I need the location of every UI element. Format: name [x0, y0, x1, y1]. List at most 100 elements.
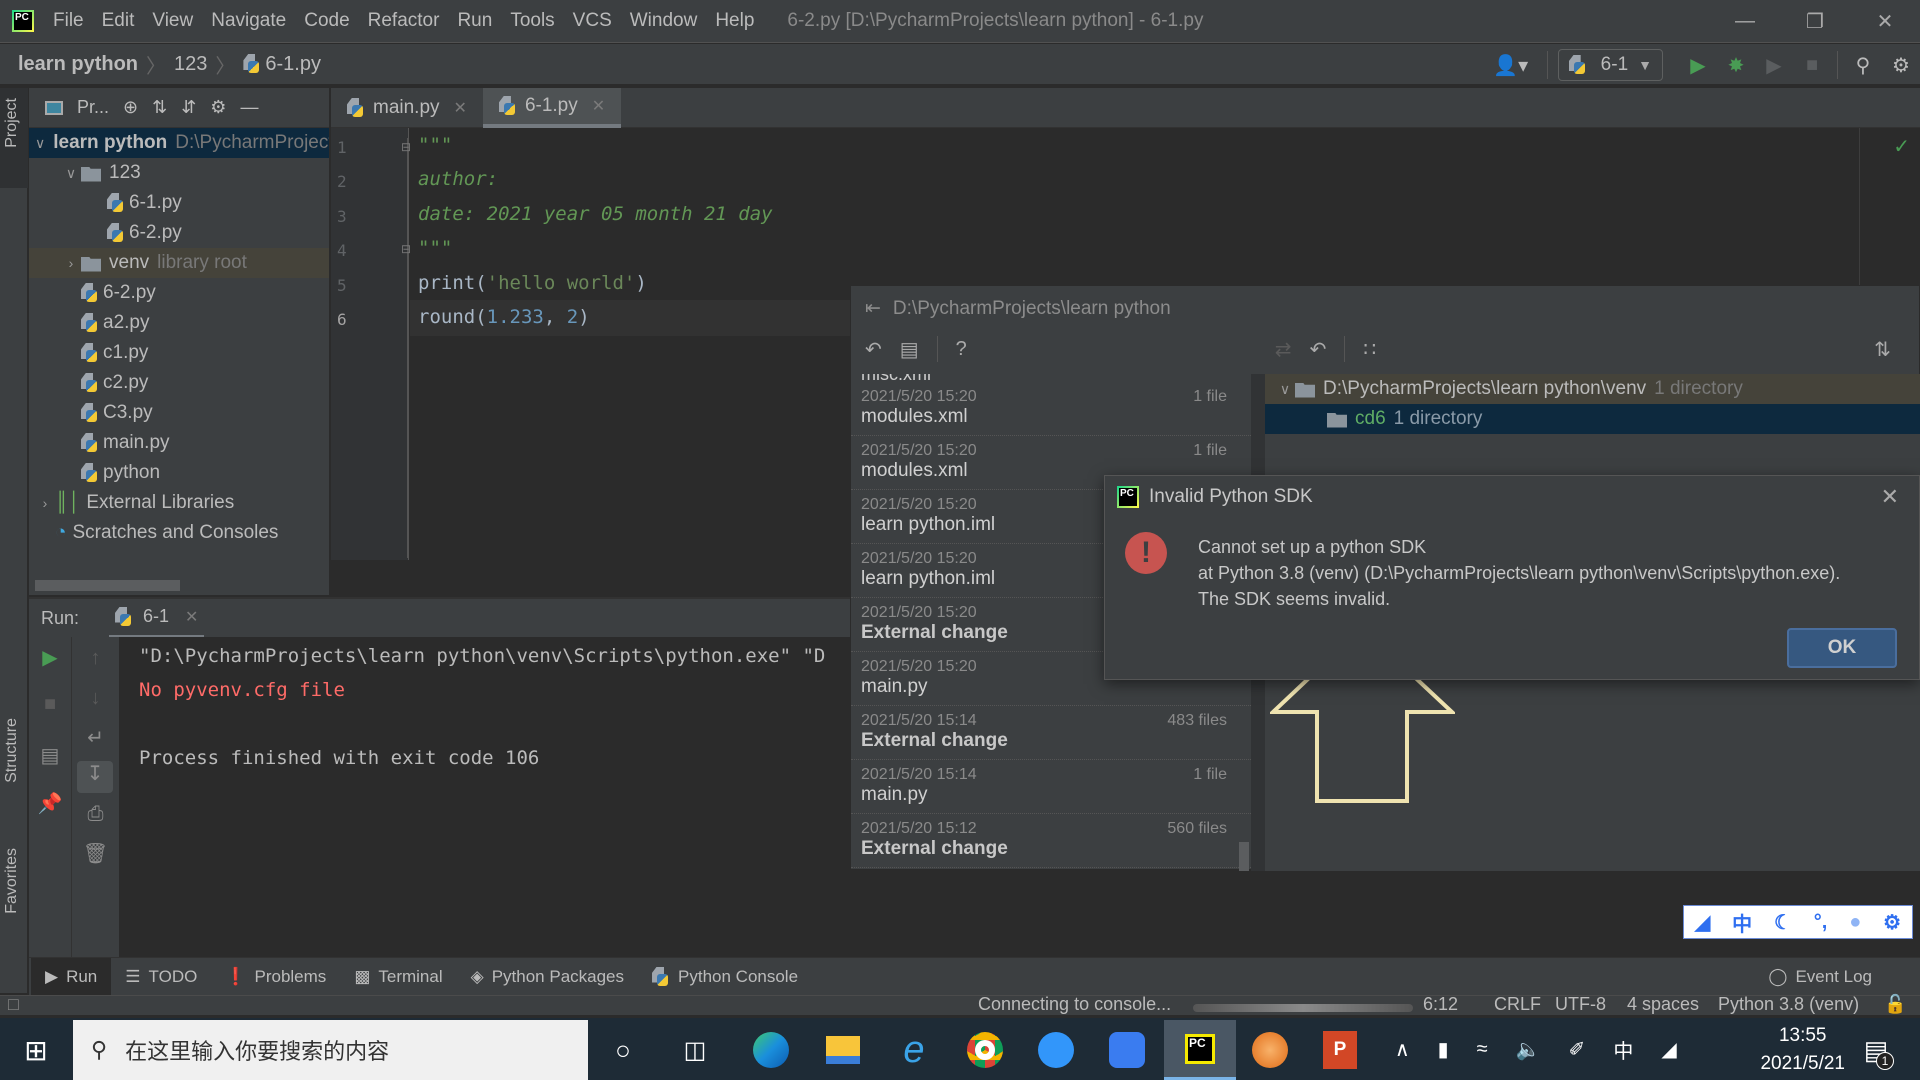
- menu-view[interactable]: View: [143, 10, 202, 32]
- inspection-ok-icon[interactable]: ✓: [1893, 134, 1910, 159]
- tool-tab-problems[interactable]: ❗ Problems: [211, 958, 340, 996]
- history-item[interactable]: 2021/5/20 15:12 560 files External change: [851, 814, 1251, 868]
- gear-icon[interactable]: ⚙: [210, 97, 226, 118]
- menu-edit[interactable]: Edit: [93, 10, 144, 32]
- menu-refactor[interactable]: Refactor: [359, 10, 449, 32]
- menu-help[interactable]: Help: [706, 10, 763, 32]
- trash-icon[interactable]: 🗑: [72, 841, 119, 866]
- soft-wrap-icon[interactable]: ↵: [72, 725, 119, 750]
- locate-icon[interactable]: ⊕: [123, 97, 138, 118]
- stop-icon[interactable]: ■: [1793, 54, 1831, 77]
- breadcrumb-folder[interactable]: 123: [174, 53, 207, 76]
- up-arrow-icon[interactable]: ↑: [72, 647, 119, 670]
- menu-run[interactable]: Run: [448, 10, 501, 32]
- changes-tree-root[interactable]: ∨ D:\PycharmProjects\learn python\venv 1…: [1265, 374, 1920, 404]
- gear-icon[interactable]: ⚙: [1883, 910, 1901, 935]
- project-tool-tab[interactable]: Project: [0, 88, 28, 188]
- volume-icon[interactable]: 🔈: [1516, 1037, 1541, 1062]
- breadcrumb-project[interactable]: learn python: [18, 53, 138, 76]
- favorites-tab[interactable]: Favorites: [3, 848, 21, 914]
- show-hidden-icons[interactable]: ∧: [1395, 1037, 1410, 1062]
- help-icon[interactable]: ?: [956, 338, 967, 361]
- close-window-button[interactable]: ✕: [1850, 0, 1920, 43]
- revert-icon[interactable]: ↶: [1310, 337, 1327, 362]
- tool-tab-python-packages[interactable]: ◈ Python Packages: [457, 958, 638, 996]
- scroll-to-end-icon[interactable]: ↧: [77, 761, 113, 793]
- notification-center-icon[interactable]: ▤ 1: [1846, 1020, 1906, 1080]
- tab-main-py[interactable]: main.py ✕: [331, 88, 483, 128]
- punctuation-icon[interactable]: °,: [1814, 911, 1828, 934]
- layout-icon[interactable]: ▤: [29, 743, 71, 768]
- tool-tab-todo[interactable]: ☰ TODO: [111, 958, 211, 996]
- pin-icon[interactable]: 📌: [29, 791, 71, 816]
- internet-explorer-icon[interactable]: e: [884, 1020, 944, 1080]
- taskbar-search[interactable]: ⚲ 在这里输入你要搜索的内容: [73, 1020, 588, 1080]
- powerpoint-icon[interactable]: P: [1310, 1020, 1370, 1080]
- clock[interactable]: 13:55 2021/5/21: [1760, 1022, 1845, 1078]
- project-tab-label[interactable]: Project: [3, 98, 21, 148]
- tree-item[interactable]: python: [29, 458, 329, 488]
- search-icon[interactable]: ⚲: [1844, 53, 1882, 78]
- file-encoding[interactable]: UTF-8: [1555, 994, 1606, 1015]
- tree-item[interactable]: ◔ Scratches and Consoles: [29, 518, 329, 548]
- close-dialog-button[interactable]: ✕: [1881, 484, 1899, 510]
- tab-6-1-py[interactable]: 6-1.py ✕: [482, 88, 622, 128]
- dingtalk-icon[interactable]: [1026, 1020, 1086, 1080]
- menu-file[interactable]: File: [44, 10, 93, 32]
- browser-icon[interactable]: [1240, 1020, 1300, 1080]
- menu-vcs[interactable]: VCS: [564, 10, 621, 32]
- feishu-icon[interactable]: [1097, 1020, 1157, 1080]
- run-config-selector[interactable]: 6-1 ▼: [1557, 49, 1663, 81]
- history-item[interactable]: 2021/5/20 15:14 483 files External change: [851, 706, 1251, 760]
- close-tab-icon[interactable]: ✕: [592, 96, 605, 116]
- file-explorer-icon[interactable]: [813, 1020, 873, 1080]
- start-button[interactable]: ⊞: [6, 1020, 66, 1080]
- input-method-indicator[interactable]: 中: [1613, 1035, 1633, 1064]
- user-icon[interactable]: ●: [1849, 911, 1861, 934]
- run-icon[interactable]: ▶: [1679, 53, 1717, 78]
- user-icon[interactable]: 👤▾: [1485, 53, 1537, 78]
- tree-item[interactable]: C3.py: [29, 398, 329, 428]
- history-item[interactable]: 2021/5/20 15:14 1 file main.py: [851, 760, 1251, 814]
- restore-button[interactable]: ❐: [1780, 0, 1850, 43]
- ime-logo-icon[interactable]: ◢: [1661, 1037, 1676, 1062]
- structure-tab[interactable]: Structure: [3, 718, 21, 783]
- expand-all-icon[interactable]: ⇅: [1874, 337, 1891, 362]
- chevron-right-icon[interactable]: ›: [61, 255, 81, 271]
- edge-icon[interactable]: [741, 1020, 801, 1080]
- hide-icon[interactable]: —: [240, 97, 258, 118]
- breadcrumb-file[interactable]: 6-1.py: [265, 53, 321, 76]
- pen-icon[interactable]: ✐: [1569, 1037, 1586, 1062]
- moon-icon[interactable]: ☾: [1774, 910, 1792, 935]
- horizontal-scrollbar[interactable]: [35, 580, 180, 591]
- gear-icon[interactable]: ⚙: [1882, 53, 1920, 78]
- ime-mode-toggle[interactable]: 中: [1732, 908, 1752, 937]
- history-scrollbar[interactable]: [1239, 842, 1249, 871]
- pycharm-taskbar-icon[interactable]: PC: [1164, 1020, 1236, 1080]
- tool-tab-run[interactable]: ▶ Run: [31, 957, 112, 996]
- tree-item[interactable]: › ║│ External Libraries: [29, 488, 329, 518]
- tree-item[interactable]: c1.py: [29, 338, 329, 368]
- tree-item[interactable]: c2.py: [29, 368, 329, 398]
- wifi-icon[interactable]: ≈: [1477, 1038, 1488, 1061]
- project-view-selector[interactable]: Pr...: [77, 97, 109, 118]
- cortana-icon[interactable]: ○: [593, 1020, 653, 1080]
- debug-icon[interactable]: ✸: [1717, 53, 1755, 78]
- changes-tree-item[interactable]: cd6 1 directory: [1265, 404, 1920, 434]
- rerun-icon[interactable]: ▶: [29, 645, 71, 670]
- history-item[interactable]: 2021/5/20 15:20 1 file modules.xml: [851, 382, 1251, 436]
- collapse-all-icon[interactable]: ⇵: [181, 97, 196, 118]
- diff-icon[interactable]: ⇄: [1275, 337, 1292, 362]
- revert-icon[interactable]: ↶: [865, 337, 882, 362]
- print-icon[interactable]: ⎙: [72, 803, 119, 826]
- tool-tab-python-console[interactable]: Python Console: [638, 958, 812, 996]
- stop-icon[interactable]: ■: [29, 693, 71, 716]
- indent-setting[interactable]: 4 spaces: [1627, 994, 1699, 1015]
- toggle-tool-windows-icon[interactable]: □: [8, 994, 19, 1015]
- line-separator[interactable]: CRLF: [1494, 994, 1541, 1015]
- tree-item[interactable]: ∨ 123: [29, 158, 329, 188]
- tree-item[interactable]: 6-1.py: [29, 188, 329, 218]
- menu-tools[interactable]: Tools: [501, 10, 563, 32]
- tree-item[interactable]: 6-2.py: [29, 278, 329, 308]
- ime-logo-icon[interactable]: ◢: [1695, 910, 1710, 935]
